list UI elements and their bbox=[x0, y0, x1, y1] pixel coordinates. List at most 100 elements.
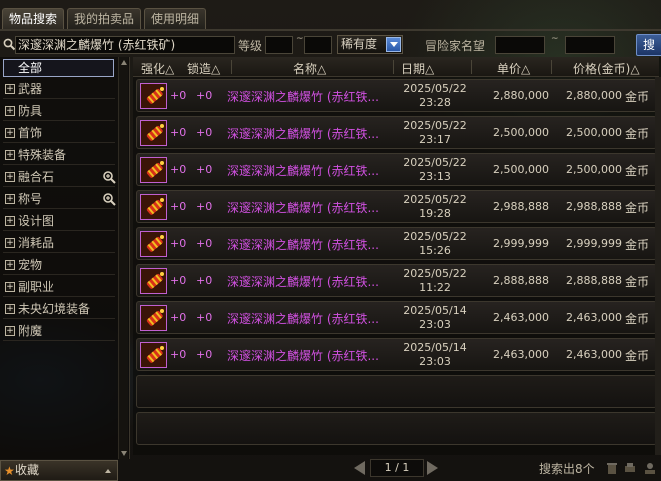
level-min-input[interactable] bbox=[265, 36, 293, 54]
expand-icon[interactable]: + bbox=[5, 194, 15, 204]
search-button[interactable]: 搜索 bbox=[636, 34, 661, 72]
expand-icon[interactable]: + bbox=[5, 84, 15, 94]
item-name[interactable]: 深邃深渊之麟爆竹 (赤红铁... bbox=[227, 347, 379, 364]
category-label: 武器 bbox=[18, 82, 43, 96]
prev-page-icon[interactable] bbox=[354, 461, 365, 475]
item-name[interactable]: 深邃深渊之麟爆竹 (赤红铁... bbox=[227, 125, 379, 142]
scroll-down-icon[interactable] bbox=[120, 449, 128, 457]
expand-icon[interactable]: + bbox=[5, 150, 15, 160]
table-row[interactable]: +0 +0 深邃深渊之麟爆竹 (赤红铁... 2025/05/22 15:26 2,999… bbox=[136, 227, 657, 260]
category-item[interactable]: + 首饰 bbox=[3, 123, 115, 143]
result-count: 搜索出8个 bbox=[539, 462, 595, 476]
unit-price: 2,888,888 bbox=[493, 274, 549, 287]
header-lock[interactable]: 锁造△ bbox=[187, 60, 220, 77]
header-name[interactable]: 名称△ bbox=[293, 60, 326, 77]
header-price[interactable]: 价格(金币)△ bbox=[573, 60, 640, 77]
category-item[interactable]: + 融合石 bbox=[3, 167, 116, 187]
magnifier-icon[interactable] bbox=[102, 170, 116, 184]
expand-icon[interactable]: + bbox=[5, 172, 15, 182]
item-name[interactable]: 深邃深渊之麟爆竹 (赤红铁... bbox=[227, 88, 379, 105]
table-row[interactable]: +0 +0 深邃深渊之麟爆竹 (赤红铁... 2025/05/22 23:28 2,880… bbox=[136, 79, 657, 112]
lock-value: +0 bbox=[196, 274, 213, 287]
header-strengthen[interactable]: 强化△ bbox=[141, 60, 174, 77]
date-text: 2025/05/22 bbox=[403, 267, 467, 280]
category-item[interactable]: + 宠物 bbox=[3, 255, 115, 275]
time-text: 23:03 bbox=[419, 355, 451, 368]
expand-icon[interactable]: + bbox=[5, 216, 15, 226]
currency-label: 金币 bbox=[625, 275, 650, 289]
time-text: 15:26 bbox=[419, 244, 451, 257]
firecracker-icon bbox=[140, 120, 167, 146]
table-row[interactable]: +0 +0 深邃深渊之麟爆竹 (赤红铁... 2025/05/22 23:17 2,500… bbox=[136, 116, 657, 149]
category-item[interactable]: + 消耗品 bbox=[3, 233, 115, 253]
table-header: 强化△ 锁造△ 名称△ 日期△ 单价△ 价格(金币)△ bbox=[133, 57, 659, 77]
trash-icon[interactable] bbox=[605, 461, 619, 475]
header-date[interactable]: 日期△ bbox=[401, 60, 434, 77]
date-text: 2025/05/22 bbox=[403, 82, 467, 95]
table-row[interactable]: +0 +0 深邃深渊之麟爆竹 (赤红铁... 2025/05/22 11:22 2,888… bbox=[136, 264, 657, 297]
expand-icon[interactable]: + bbox=[5, 304, 15, 314]
category-all[interactable]: 全部 bbox=[3, 59, 114, 77]
sidebar-scrollbar[interactable] bbox=[118, 57, 128, 459]
total-price: 2,463,000 bbox=[566, 348, 622, 361]
expand-icon[interactable]: + bbox=[5, 128, 15, 138]
search-input[interactable]: 深邃深渊之麟爆竹 (赤红铁矿) bbox=[15, 36, 235, 54]
fame-min-input[interactable] bbox=[495, 36, 545, 54]
item-name[interactable]: 深邃深渊之麟爆竹 (赤红铁... bbox=[227, 273, 379, 290]
date-text: 2025/05/14 bbox=[403, 341, 467, 354]
category-item[interactable]: + 未央幻境装备 bbox=[3, 299, 115, 319]
category-item[interactable]: + 附魔 bbox=[3, 321, 115, 341]
table-row[interactable]: +0 +0 深邃深渊之麟爆竹 (赤红铁... 2025/05/22 19:28 2,988… bbox=[136, 190, 657, 223]
time-text: 23:13 bbox=[419, 170, 451, 183]
total-price: 2,463,000 bbox=[566, 311, 622, 324]
tab-item-search[interactable]: 物品搜索 bbox=[2, 8, 65, 29]
currency-label: 金币 bbox=[625, 164, 650, 178]
user-icon[interactable] bbox=[643, 461, 657, 475]
chevron-down-icon[interactable] bbox=[386, 37, 401, 52]
table-row[interactable]: +0 +0 深邃深渊之麟爆竹 (赤红铁... 2025/05/14 23:03 2,463… bbox=[136, 301, 657, 334]
expand-icon[interactable]: + bbox=[5, 238, 15, 248]
category-item[interactable]: + 称号 bbox=[3, 189, 116, 209]
item-name[interactable]: 深邃深渊之麟爆竹 (赤红铁... bbox=[227, 199, 379, 216]
expand-icon[interactable]: + bbox=[5, 106, 15, 116]
expand-icon[interactable]: + bbox=[5, 326, 15, 336]
item-name[interactable]: 深邃深渊之麟爆竹 (赤红铁... bbox=[227, 162, 379, 179]
category-item[interactable]: + 防具 bbox=[3, 101, 115, 121]
tab-usage-details[interactable]: 使用明细 bbox=[144, 8, 207, 29]
results-scrollbar[interactable] bbox=[655, 77, 661, 455]
item-name[interactable]: 深邃深渊之麟爆竹 (赤红铁... bbox=[227, 236, 379, 253]
date-text: 2025/05/22 bbox=[403, 119, 467, 132]
listing-date: 2025/05/22 19:28 bbox=[402, 193, 468, 221]
print-icon[interactable] bbox=[623, 461, 637, 475]
category-item[interactable]: + 武器 bbox=[3, 79, 115, 99]
table-row[interactable]: +0 +0 深邃深渊之麟爆竹 (赤红铁... 2025/05/22 23:13 2,500… bbox=[136, 153, 657, 186]
favorites-button[interactable]: ★ 收藏 bbox=[0, 460, 118, 481]
scroll-up-icon[interactable] bbox=[120, 59, 128, 67]
expand-icon[interactable]: + bbox=[5, 282, 15, 292]
fame-max-input[interactable] bbox=[565, 36, 615, 54]
strengthen-value: +0 bbox=[170, 126, 187, 139]
category-item[interactable]: + 副职业 bbox=[3, 277, 115, 297]
lock-value: +0 bbox=[196, 311, 213, 324]
category-item[interactable]: + 设计图 bbox=[3, 211, 115, 231]
tab-my-auctions[interactable]: 我的拍卖品 bbox=[67, 8, 142, 29]
magnifier-icon[interactable] bbox=[102, 192, 116, 206]
rarity-dropdown[interactable]: 稀有度 bbox=[337, 35, 403, 54]
category-item[interactable]: + 特殊装备 bbox=[3, 145, 115, 165]
search-row: 深邃深渊之麟爆竹 (赤红铁矿) 等级 ~ 稀有度 冒险家名望 ~ 搜索 bbox=[0, 34, 661, 72]
level-max-input[interactable] bbox=[304, 36, 332, 54]
date-text: 2025/05/14 bbox=[403, 304, 467, 317]
fame-range-sep: ~ bbox=[551, 34, 559, 44]
currency-label: 金币 bbox=[625, 127, 650, 141]
header-unit-price[interactable]: 单价△ bbox=[497, 60, 530, 77]
total-price: 2,500,000 bbox=[566, 126, 622, 139]
total-price: 2,999,999 bbox=[566, 237, 622, 250]
level-label: 等级 bbox=[238, 39, 263, 53]
firecracker-icon bbox=[140, 194, 167, 220]
next-page-icon[interactable] bbox=[427, 461, 438, 475]
table-row[interactable]: +0 +0 深邃深渊之麟爆竹 (赤红铁... 2025/05/14 23:03 2,463… bbox=[136, 338, 657, 371]
strengthen-value: +0 bbox=[170, 237, 187, 250]
item-name[interactable]: 深邃深渊之麟爆竹 (赤红铁... bbox=[227, 310, 379, 327]
lock-value: +0 bbox=[196, 126, 213, 139]
expand-icon[interactable]: + bbox=[5, 260, 15, 270]
